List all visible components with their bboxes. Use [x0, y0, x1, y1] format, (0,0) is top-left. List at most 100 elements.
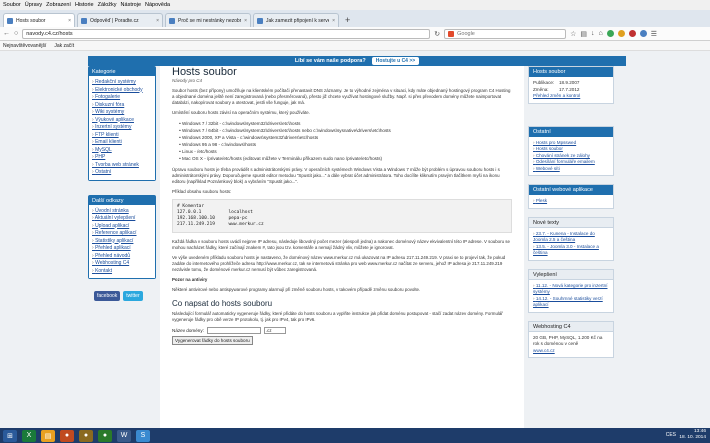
sidebar-link[interactable]: Přehled návodů	[92, 253, 152, 261]
category-link[interactable]: MySQL	[92, 147, 152, 155]
close-icon[interactable]: ×	[68, 18, 71, 24]
home-icon[interactable]: ⌂	[599, 30, 603, 37]
sidebar-link[interactable]: Kontakt	[92, 268, 152, 276]
twitter-button[interactable]: twitter	[123, 291, 143, 301]
facebook-button[interactable]: facebook	[94, 291, 121, 301]
category-link[interactable]: PHP	[92, 154, 152, 162]
menu-item-0[interactable]: Soubor	[3, 2, 21, 8]
new-text-link[interactable]: 13.5. - Joomla 3.0 - Instalace a čeština	[533, 244, 609, 257]
improve-box: Vylepšení 11.12. - Nová kategorie pro in…	[528, 268, 614, 313]
tld-select[interactable]: .cz	[263, 327, 286, 334]
sidebar-link[interactable]: Webhosting C4	[92, 260, 152, 268]
adblock-icon[interactable]	[628, 30, 636, 37]
tab-2[interactable]: Proč se mi nestránky nezobrazují×	[165, 13, 251, 27]
extension-icon[interactable]	[606, 30, 614, 37]
new-text-link[interactable]: 23.7. - Kunena - Instalace do Joomla 2.5…	[533, 231, 609, 244]
menu-icon[interactable]: ☰	[651, 30, 657, 38]
skype-icon[interactable]: S	[136, 429, 150, 442]
bookmark-list-icon[interactable]: ▤	[580, 30, 587, 38]
links-list: Úvodní stránkaAktuální vylepšeníUpload a…	[89, 204, 155, 278]
extension-icon-3[interactable]	[639, 30, 647, 37]
sidebar-link[interactable]: Aktuální vylepšení	[92, 215, 152, 223]
menu-item-4[interactable]: Záložky	[98, 2, 117, 8]
sidebar-link[interactable]: Upload aplikací	[92, 223, 152, 231]
menu-item-5[interactable]: Nástroje	[121, 2, 141, 8]
star-icon[interactable]: ☆	[570, 30, 576, 38]
menu-item-1[interactable]: Úpravy	[25, 2, 42, 8]
other-link[interactable]: Webové síti	[533, 166, 609, 173]
new-texts-title: Nové texty	[529, 217, 613, 228]
category-link[interactable]: Ostatní	[92, 169, 152, 177]
tab-label: Jak zamezit připojení k serveru	[266, 17, 330, 24]
improvement-link[interactable]: 11.12. - Nová kategorie pro inzertní sys…	[533, 283, 609, 296]
os-list-item: Windows 7 / 32bit - c:\windows\system32\…	[182, 120, 512, 127]
close-icon[interactable]: ×	[332, 18, 335, 24]
domain-form: Název domény: .cz	[172, 327, 512, 334]
excel-icon[interactable]: X	[22, 429, 36, 442]
tab-3[interactable]: Jak zamezit připojení k serveru ×	[253, 13, 339, 27]
reload-icon[interactable]: ↻	[434, 30, 440, 38]
new-tab-icon[interactable]: +	[345, 15, 350, 25]
category-link[interactable]: Výukové aplikace	[92, 117, 152, 125]
category-link[interactable]: Inzertní systémy	[92, 124, 152, 132]
banner-text: Líbí se vám naše podpora?	[294, 58, 366, 64]
back-icon[interactable]: ←	[3, 30, 10, 37]
sidebar-link[interactable]: Statistiky aplikací	[92, 238, 152, 246]
sidebar-link[interactable]: Přehled aplikací	[92, 245, 152, 253]
category-link[interactable]: Email klienti	[92, 139, 152, 147]
generate-button[interactable]: Vygenerovat řádky do hosts souboru	[172, 336, 253, 345]
category-link[interactable]: Redakční systémy	[92, 79, 152, 87]
bookmark-item-0[interactable]: Nejnavštěvovanější	[3, 43, 46, 49]
tab-favicon-icon	[169, 17, 175, 24]
category-link[interactable]: Elektronické obchody	[92, 87, 152, 95]
related-link[interactable]: Plesk	[533, 198, 609, 205]
domain-input[interactable]	[206, 327, 261, 334]
tab-label: Proč se mi nestránky nezobrazují	[178, 17, 241, 24]
hosts-example-code: # Komentar 127.0.0.1 localhost 192.168.1…	[172, 199, 512, 233]
history-link[interactable]: Přehled změn a kontrol	[533, 93, 580, 98]
improvement-link[interactable]: 14.12. - Souhrnné statistiky verzí aplik…	[533, 296, 609, 309]
form-paragraph: Následující formulář automaticky vygener…	[172, 311, 503, 322]
related-title: Ostatní webové aplikace	[529, 185, 613, 195]
sidebar-link[interactable]: Úvodní stránka	[92, 208, 152, 216]
category-link[interactable]: FTP klienti	[92, 132, 152, 140]
category-link[interactable]: Diskuzní fóra	[92, 102, 152, 110]
category-link[interactable]: Wiki systémy	[92, 109, 152, 117]
domain-label: Název domény:	[172, 328, 204, 333]
google-icon	[448, 30, 455, 37]
menu-item-3[interactable]: Historie	[75, 2, 94, 8]
taskbar: ⊞ X ▤ ● ● ● W S CES 13:46 18. 10. 2014	[0, 428, 710, 443]
close-icon[interactable]: ×	[156, 18, 159, 24]
section-heading: Co napsat do hosts souboru	[172, 299, 273, 308]
bookmark-item-1[interactable]: Jak začít	[54, 43, 74, 49]
firefox-icon[interactable]: ●	[60, 429, 74, 442]
sidebar-link[interactable]: Reference aplikací	[92, 230, 152, 238]
category-link[interactable]: Fotogalerie	[92, 94, 152, 102]
category-link[interactable]: Tvorba web stránek	[92, 162, 152, 170]
social-links: facebook twitter	[88, 285, 156, 307]
url-bar[interactable]: navody.c4.cz/hosts	[22, 28, 431, 39]
word-icon[interactable]: W	[117, 429, 131, 442]
info-title: Hosts soubor	[529, 67, 613, 77]
links-box: Další odkazy Úvodní stránkaAktuální vyle…	[88, 194, 156, 279]
hosting-button[interactable]: Hostujte u C4 >>	[371, 57, 420, 65]
chrome-icon[interactable]: ●	[98, 429, 112, 442]
folder-icon[interactable]: ▤	[41, 429, 55, 442]
menu-item-6[interactable]: Nápověda	[145, 2, 170, 8]
tab-0[interactable]: Hosts soubor ×	[3, 13, 75, 27]
info-box: Hosts soubor Publikace: 18.9.2007 Změna: 1…	[528, 66, 614, 104]
search-input[interactable]: Google	[444, 28, 567, 39]
menu-item-2[interactable]: Zobrazení	[46, 2, 71, 8]
start-icon[interactable]: ⊞	[3, 429, 17, 442]
language-indicator[interactable]: CES	[666, 432, 676, 438]
app-icon[interactable]: ●	[79, 429, 93, 442]
close-icon[interactable]: ×	[244, 18, 247, 24]
other-list: Hosts pro MpsswedHosts souborChování str…	[529, 137, 613, 176]
tab-1[interactable]: Odpověď | Poradte.cz ×	[77, 13, 163, 27]
hosting-link[interactable]: www.c4.cz	[533, 348, 555, 353]
hosting-box: Webhosting C4 20 GB, PHP, MySQL, 1.200 K…	[528, 320, 614, 358]
extension-icon-2[interactable]	[617, 30, 625, 37]
bookmarks-bar: Nejnavštěvovanější Jak začít	[0, 41, 710, 51]
site-icon: ○	[14, 30, 19, 37]
download-icon[interactable]: ↓	[591, 30, 595, 37]
